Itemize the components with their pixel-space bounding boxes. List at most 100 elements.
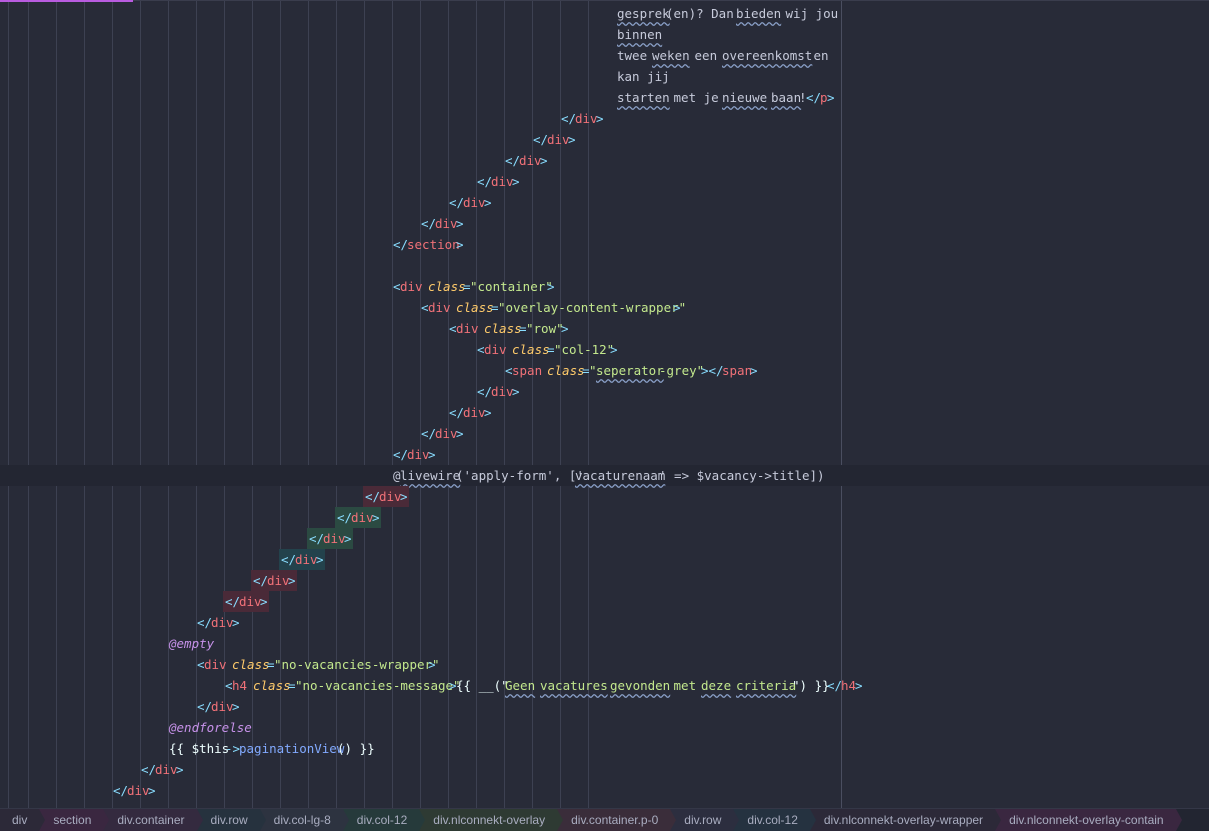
breadcrumb-item[interactable]: div.row <box>196 809 266 831</box>
code-token: livewire <box>400 468 461 483</box>
code-token: > <box>456 426 464 441</box>
code-token: div <box>575 111 598 126</box>
code-token: div <box>267 573 290 588</box>
breadcrumb-item[interactable]: div.col-lg-8 <box>259 809 349 831</box>
code-token: deze <box>701 678 732 693</box>
code-token: (en)? Dan <box>666 6 742 21</box>
code-line[interactable]: </div > <box>0 696 1209 717</box>
code-token: class <box>512 342 550 357</box>
code-line[interactable]: </div > <box>0 108 1209 129</box>
code-token: </ <box>225 594 241 609</box>
code-token: > <box>372 510 380 525</box>
code-line[interactable]: @endforelse <box>0 717 1209 738</box>
breadcrumb-item[interactable]: div.col-12 <box>733 809 817 831</box>
code-token: div <box>400 279 423 294</box>
code-line[interactable]: </div > <box>0 612 1209 633</box>
code-line[interactable]: < div class = "overlay-content-wrapper" > <box>0 297 1209 318</box>
code-token: > <box>344 531 352 546</box>
code-token: > <box>540 153 548 168</box>
code-token: </ <box>421 426 437 441</box>
code-line[interactable]: < div class = "col-12" > <box>0 339 1209 360</box>
code-token: </ <box>827 678 843 693</box>
breadcrumb-item[interactable]: section <box>39 809 110 831</box>
code-token: met je <box>666 90 727 105</box>
code-token: > <box>232 699 240 714</box>
breadcrumb-item[interactable]: div <box>0 809 46 831</box>
code-line[interactable]: </div > <box>0 423 1209 444</box>
code-token: h4 <box>841 678 857 693</box>
code-token: div <box>211 615 234 630</box>
code-token: en <box>806 48 829 63</box>
code-token: div <box>295 552 318 567</box>
code-line[interactable]: starten met je nieuwe baan! </p > <box>0 87 1209 108</box>
breadcrumb-item[interactable]: div.container.p-0 <box>557 809 677 831</box>
code-line[interactable]: gesprek (en)? Dan bieden wij jou <box>0 3 1209 24</box>
code-line[interactable]: </div > <box>0 528 1209 549</box>
code-line[interactable]: {{ $this -> paginationView() }} <box>0 738 1209 759</box>
breadcrumb-item[interactable]: div.nlconnekt-overlay-contain <box>995 809 1182 831</box>
code-editor[interactable]: gesprek (en)? Dan bieden wij jou binnen twe… <box>0 0 1209 808</box>
breadcrumb-item[interactable]: div.nlconnekt-overlay-wrapper <box>809 809 1002 831</box>
code-token: div <box>519 153 542 168</box>
code-token: class <box>456 300 494 315</box>
breadcrumb-item[interactable]: div.container <box>103 809 203 831</box>
code-line[interactable]: </div > <box>0 150 1209 171</box>
code-line[interactable]: </div > <box>0 444 1209 465</box>
breadcrumb-item[interactable]: div.row <box>670 809 740 831</box>
code-line[interactable]: </section > <box>0 234 1209 255</box>
code-line[interactable]: </div > <box>0 591 1209 612</box>
code-token: div <box>239 594 262 609</box>
code-line[interactable]: </div > <box>0 570 1209 591</box>
code-line[interactable]: < h4 class = "no-vacancies-message" >{{ __("… <box>0 675 1209 696</box>
code-line[interactable]: twee weken een overeenkomst en <box>0 45 1209 66</box>
code-token: </ <box>505 153 521 168</box>
code-token: overeenkomst <box>722 48 813 63</box>
code-line[interactable]: </div > <box>0 549 1209 570</box>
code-token: </ <box>449 405 465 420</box>
code-line[interactable]: @ livewire ('apply-form', [' vacaturenaam ' … <box>0 465 1209 486</box>
code-line[interactable]: </div > <box>0 129 1209 150</box>
code-line[interactable]: < div class = "no-vacancies-wrapper" > <box>0 654 1209 675</box>
code-line[interactable]: </div > <box>0 759 1209 780</box>
code-token: met <box>666 678 704 693</box>
code-line[interactable]: </div > <box>0 402 1209 423</box>
code-token: > <box>176 762 184 777</box>
code-token: > <box>456 216 464 231</box>
code-token: ' => $vacancy->title]) <box>659 468 825 483</box>
code-token: div <box>435 426 458 441</box>
breadcrumb-item[interactable]: div.nlconnekt-overlay <box>419 809 563 831</box>
code-token: > <box>673 300 681 315</box>
code-line[interactable]: < div class = "row" > <box>0 318 1209 339</box>
code-token: div <box>463 405 486 420</box>
code-token: </ <box>197 699 213 714</box>
code-line[interactable]: kan jij <box>0 66 1209 87</box>
code-token: -grey" <box>659 363 705 378</box>
code-line[interactable]: @empty <box>0 633 1209 654</box>
code-token: div <box>491 174 514 189</box>
code-line[interactable]: </div > <box>0 171 1209 192</box>
code-line[interactable]: </div > <box>0 381 1209 402</box>
code-line[interactable]: </div > <box>0 213 1209 234</box>
code-token: weken <box>652 48 690 63</box>
code-token: kan jij <box>617 69 670 84</box>
breadcrumb-item[interactable]: div.col-12 <box>342 809 426 831</box>
code-line[interactable]: </div > <box>0 192 1209 213</box>
code-token: > <box>428 657 436 672</box>
code-line[interactable]: binnen <box>0 24 1209 45</box>
code-token: div <box>428 300 451 315</box>
code-line[interactable]: </div > <box>0 780 1209 801</box>
code-token: wij jou <box>778 6 839 21</box>
code-line[interactable]: < div class = "container" > <box>0 276 1209 297</box>
code-token: nieuwe <box>722 90 768 105</box>
code-token: </ <box>393 237 409 252</box>
code-token: </ <box>197 615 213 630</box>
code-token: @endforelse <box>169 720 252 735</box>
code-token: h4 <box>232 678 248 693</box>
code-line[interactable] <box>0 255 1209 276</box>
code-token: {{ $this <box>169 741 230 756</box>
code-line[interactable]: < span class = " seperator -grey" ></span > <box>0 360 1209 381</box>
code-line[interactable]: </div > <box>0 507 1209 528</box>
code-token: div <box>484 342 507 357</box>
code-line[interactable]: </div > <box>0 486 1209 507</box>
code-token: </ <box>449 195 465 210</box>
